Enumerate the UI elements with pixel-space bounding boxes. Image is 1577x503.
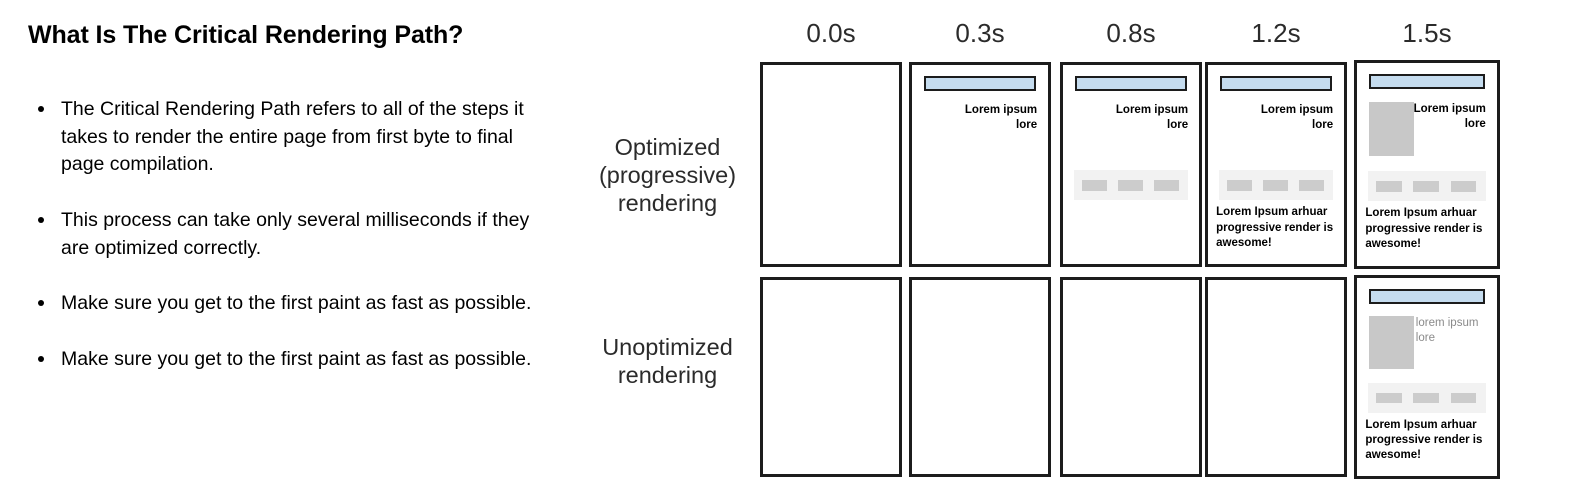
bullet-item: This process can take only several milli… (30, 207, 540, 262)
timeline-frame: Lorem ipsum lore Lorem Ipsum arhuar progr… (1354, 60, 1500, 269)
timeline-frame: Lorem ipsum lore (909, 62, 1051, 267)
timeline-frame (909, 277, 1051, 477)
mock-image-placeholder (1368, 315, 1414, 370)
bullet-dot-icon (38, 106, 44, 112)
bullet-item: The Critical Rendering Path refers to al… (30, 96, 540, 179)
time-axis-label: 1.5s (1402, 18, 1452, 48)
mock-content-chip (1298, 180, 1324, 192)
bullet-list: The Critical Rendering Path refers to al… (30, 96, 540, 374)
page-title: What Is The Critical Rendering Path? (28, 21, 464, 49)
timeline-frame: lorem ipsum lore Lorem Ipsum arhuar progr… (1354, 275, 1500, 479)
mock-navbar (1368, 288, 1486, 304)
bullet-text: Make sure you get to the first paint as … (61, 348, 532, 371)
mock-paragraph-text: Lorem Ipsum arhuar progressive render is… (1216, 206, 1334, 250)
mock-content-chip (1413, 180, 1440, 192)
bullet-text: The Critical Rendering Path refers to al… (61, 98, 524, 176)
mock-navbar (923, 75, 1037, 91)
timeline-frame: Lorem ipsum lore Lorem Ipsum arhuar progr… (1205, 62, 1347, 267)
mock-content-chip (1117, 180, 1143, 192)
bullet-dot-icon (38, 356, 44, 363)
mock-navbar (1074, 75, 1188, 91)
mock-heading-text: Lorem ipsum lore (1413, 102, 1486, 130)
timeline-frame (1060, 277, 1202, 477)
mock-content-chip (1376, 392, 1403, 404)
bullet-text: Make sure you get to the first paint as … (61, 292, 532, 315)
rendering-timeline-diagram: 0.0s 0.3s 0.8s 1.2s 1.5s Optimized (progress… (560, 0, 1577, 503)
mock-paragraph-text: Lorem Ipsum arhuar progressive render is… (1365, 207, 1483, 250)
mock-content-chip (1376, 180, 1403, 192)
time-axis-label: 0.0s (806, 18, 856, 48)
bullet-text: This process can take only several milli… (61, 209, 530, 259)
mock-image-placeholder (1368, 101, 1414, 157)
mock-content-chip (1081, 180, 1107, 192)
bullet-dot-icon (38, 217, 44, 224)
timeline-frame (760, 277, 902, 477)
mock-navbar (1219, 75, 1333, 91)
mock-heading-text: lorem ipsum lore (1415, 316, 1479, 344)
timeline-frame (1205, 277, 1347, 477)
row-label-unoptimized: Unoptimized rendering (602, 334, 733, 389)
row-label-optimized: Optimized (progressive) rendering (598, 134, 737, 217)
mock-content-chip (1262, 180, 1288, 192)
time-axis-label: 1.2s (1251, 18, 1301, 48)
mock-content-band (1368, 170, 1486, 202)
slide-text-pane: What Is The Critical Rendering Path? The… (0, 0, 560, 503)
mock-content-chip (1226, 180, 1252, 192)
mock-content-chip (1450, 180, 1477, 192)
mock-content-band (1368, 382, 1486, 413)
mock-content-chip (1450, 392, 1477, 404)
timeline-frame (760, 62, 902, 267)
mock-heading-text: Lorem ipsum lore (1115, 103, 1189, 132)
mock-heading-text: Lorem ipsum lore (964, 103, 1038, 132)
time-axis: 0.0s 0.3s 0.8s 1.2s 1.5s (560, 0, 1577, 58)
mock-navbar (1368, 74, 1486, 90)
mock-content-chip (1153, 180, 1179, 192)
bullet-dot-icon (38, 300, 44, 307)
mock-paragraph-text: Lorem Ipsum arhuar progressive render is… (1365, 418, 1483, 462)
mock-content-band (1218, 170, 1334, 201)
bullet-item: Make sure you get to the first paint as … (30, 346, 540, 374)
mock-heading-text: Lorem ipsum lore (1260, 103, 1334, 132)
time-axis-label: 0.8s (1106, 18, 1156, 48)
mock-content-band (1073, 170, 1189, 201)
time-axis-label: 0.3s (955, 18, 1005, 48)
timeline-frame: Lorem ipsum lore (1060, 62, 1202, 267)
bullet-item: Make sure you get to the first paint as … (30, 290, 540, 318)
mock-content-chip (1413, 392, 1440, 404)
